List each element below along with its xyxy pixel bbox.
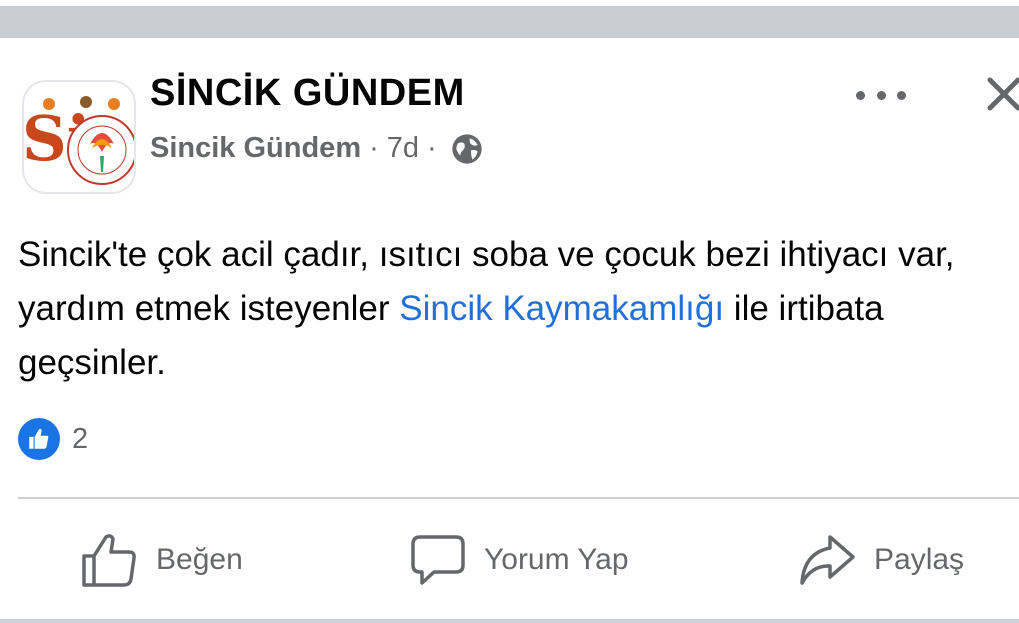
share-label: Paylaş [874,543,965,576]
comment-label: Yorum Yap [484,543,629,576]
like-button[interactable]: Beğen [80,530,243,590]
more-options-icon[interactable] [856,80,906,110]
share-icon [800,535,855,585]
post-meta: Sincik Gündem · 7d · [150,132,483,165]
divider [18,497,1019,499]
feed-separator [0,6,1019,38]
author-name[interactable]: Sincik Gündem [150,132,361,165]
reactions-summary[interactable]: 2 [18,418,88,460]
top-bar [0,0,1019,38]
thumbs-up-icon [82,534,136,587]
comment-icon [411,535,465,585]
mention-link[interactable]: Sincik Kaymakamlığı [399,289,724,328]
meta-separator: · [427,132,437,164]
bottom-separator [0,619,1019,623]
post-text: Sincik'te çok acil çadır, ısıtıcı soba v… [18,228,1018,390]
page-logo-image: Sin [24,82,134,192]
page-avatar[interactable]: Sin [22,80,136,194]
post-time[interactable]: 7d [387,132,419,165]
share-button[interactable]: Paylaş [798,530,964,590]
globe-icon [452,133,482,164]
like-label: Beğen [156,543,243,576]
like-reaction-icon [18,418,60,460]
page-name[interactable]: SİNCİK GÜNDEM [150,72,465,115]
close-icon[interactable] [982,72,1019,116]
meta-separator: · [369,132,379,164]
reaction-count: 2 [72,422,89,455]
comment-button[interactable]: Yorum Yap [410,530,629,590]
